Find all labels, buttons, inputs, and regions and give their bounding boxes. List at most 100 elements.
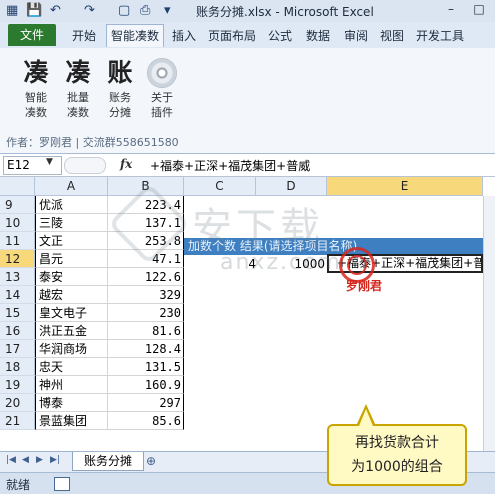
tab-smart-sum[interactable]: 智能凑数: [106, 24, 165, 47]
tab-page-layout[interactable]: 页面布局: [208, 27, 256, 44]
tab-data[interactable]: 数据: [306, 27, 330, 44]
smart-sum-label-2: 凑数: [25, 106, 47, 119]
row-number[interactable]: 10: [0, 214, 35, 232]
cell-a15[interactable]: 皇文电子: [35, 304, 108, 322]
table-row: 20 博泰 297: [0, 394, 495, 412]
watermark-text: 安下载: [192, 205, 324, 251]
macro-record-icon[interactable]: [54, 477, 70, 491]
annotation-callout: 再找货款合计 为1000的组合: [327, 424, 467, 486]
insert-sheet-icon[interactable]: ⊕: [146, 454, 156, 468]
title-bar: ▦ 💾 ↶ ↷ ▢ ⎙ ▾ 账务分摊.xlsx - Microsoft Exce…: [0, 0, 495, 23]
cell-b19[interactable]: 160.9: [108, 376, 184, 394]
account-allocate-button[interactable]: 账 账务 分摊: [102, 56, 138, 120]
smart-sum-label-1: 智能: [25, 91, 47, 104]
row-number[interactable]: 9: [0, 196, 35, 214]
smart-sum-button[interactable]: 凑 智能 凑数: [18, 56, 54, 120]
select-all-corner[interactable]: [0, 177, 35, 196]
new-icon[interactable]: ▢: [118, 3, 130, 18]
formula-controls[interactable]: [64, 157, 106, 174]
row-number[interactable]: 21: [0, 412, 35, 430]
column-header-e[interactable]: E: [327, 177, 483, 196]
save-icon[interactable]: 💾: [26, 3, 42, 18]
row-number[interactable]: 20: [0, 394, 35, 412]
cell-b15[interactable]: 230: [108, 304, 184, 322]
table-row: 19 神州 160.9: [0, 376, 495, 394]
minimize-button[interactable]: –: [440, 2, 462, 18]
tab-home[interactable]: 开始: [72, 27, 96, 44]
cell-b17[interactable]: 128.4: [108, 340, 184, 358]
table-row: 17 华润商场 128.4: [0, 340, 495, 358]
row-number[interactable]: 18: [0, 358, 35, 376]
table-row: 14 越宏 329: [0, 286, 495, 304]
prev-sheet-icon[interactable]: ◀: [22, 455, 29, 465]
last-sheet-icon[interactable]: ▶|: [50, 455, 60, 465]
batch-sum-icon: 凑: [65, 58, 91, 87]
cell-a10[interactable]: 三陵: [35, 214, 108, 232]
cell-a11[interactable]: 文正: [35, 232, 108, 250]
tab-formulas[interactable]: 公式: [268, 27, 292, 44]
ribbon-tabs: 文件 开始 智能凑数 插入 页面布局 公式 数据 审阅 视图 开发工具: [0, 22, 495, 49]
row-number[interactable]: 11: [0, 232, 35, 250]
print-preview-icon[interactable]: ⎙: [140, 3, 150, 18]
row-number[interactable]: 12: [0, 250, 35, 268]
cell-b18[interactable]: 131.5: [108, 358, 184, 376]
cell-a9[interactable]: 优派: [35, 196, 108, 214]
column-header-d[interactable]: D: [256, 177, 327, 196]
maximize-button[interactable]: □: [468, 2, 490, 18]
undo-icon[interactable]: ↶: [50, 3, 61, 18]
cell-a13[interactable]: 泰安: [35, 268, 108, 286]
first-sheet-icon[interactable]: |◀: [6, 455, 16, 465]
column-header-a[interactable]: A: [35, 177, 108, 196]
excel-icon[interactable]: ▦: [6, 3, 18, 18]
cell-a20[interactable]: 博泰: [35, 394, 108, 412]
batch-sum-label-2: 凑数: [67, 106, 89, 119]
cell-a12[interactable]: 昌元: [35, 250, 108, 268]
sheet-tab-active[interactable]: 账务分摊: [72, 452, 144, 471]
cell-b14[interactable]: 329: [108, 286, 184, 304]
stamp-text: 罗刚君: [346, 279, 383, 293]
status-text: 就绪: [6, 478, 31, 492]
cell-b20[interactable]: 297: [108, 394, 184, 412]
tab-insert[interactable]: 插入: [172, 27, 196, 44]
row-number[interactable]: 14: [0, 286, 35, 304]
cell-a18[interactable]: 忠天: [35, 358, 108, 376]
table-row: 15 皇文电子 230: [0, 304, 495, 322]
cell-a14[interactable]: 越宏: [35, 286, 108, 304]
tab-developer[interactable]: 开发工具: [416, 27, 464, 44]
customize-toolbar-icon[interactable]: ▾: [164, 3, 171, 18]
cell-a16[interactable]: 洪正五金: [35, 322, 108, 340]
about-plugin-button[interactable]: 关于 插件: [144, 56, 180, 120]
batch-sum-button[interactable]: 凑 批量 凑数: [60, 56, 96, 120]
row-number[interactable]: 19: [0, 376, 35, 394]
account-allocate-icon: 账: [107, 58, 133, 87]
formula-input[interactable]: +福泰+正深+福茂集团+普威: [150, 157, 310, 174]
chevron-down-icon[interactable]: ▼: [46, 157, 53, 167]
name-box[interactable]: E12: [3, 156, 62, 175]
tab-file[interactable]: 文件: [8, 24, 56, 46]
vertical-scrollbar[interactable]: [483, 196, 495, 451]
cell-a21[interactable]: 景蓝集团: [35, 412, 108, 430]
tab-view[interactable]: 视图: [380, 27, 404, 44]
table-row: 18 忠天 131.5: [0, 358, 495, 376]
seal-inner-ring: [347, 255, 367, 275]
smart-sum-icon: 凑: [23, 58, 49, 87]
insert-function-icon[interactable]: fx: [120, 157, 132, 171]
row-number[interactable]: 13: [0, 268, 35, 286]
cell-a17[interactable]: 华润商场: [35, 340, 108, 358]
redo-icon[interactable]: ↷: [84, 3, 95, 18]
callout-line-2: 为1000的组合: [351, 459, 443, 475]
row-number[interactable]: 15: [0, 304, 35, 322]
cell-a19[interactable]: 神州: [35, 376, 108, 394]
row-number[interactable]: 16: [0, 322, 35, 340]
formula-bar: E12 ▼ fx +福泰+正深+福茂集团+普威: [0, 154, 495, 177]
tab-review[interactable]: 审阅: [344, 27, 368, 44]
cell-b21[interactable]: 85.6: [108, 412, 184, 430]
cell-b16[interactable]: 81.6: [108, 322, 184, 340]
callout-tail-fill: [359, 409, 373, 426]
next-sheet-icon[interactable]: ▶: [36, 455, 43, 465]
column-header-c[interactable]: C: [184, 177, 256, 196]
cell-b13[interactable]: 122.6: [108, 268, 184, 286]
row-number[interactable]: 17: [0, 340, 35, 358]
table-row: 16 洪正五金 81.6: [0, 322, 495, 340]
window-title: 账务分摊.xlsx - Microsoft Excel: [196, 5, 374, 19]
